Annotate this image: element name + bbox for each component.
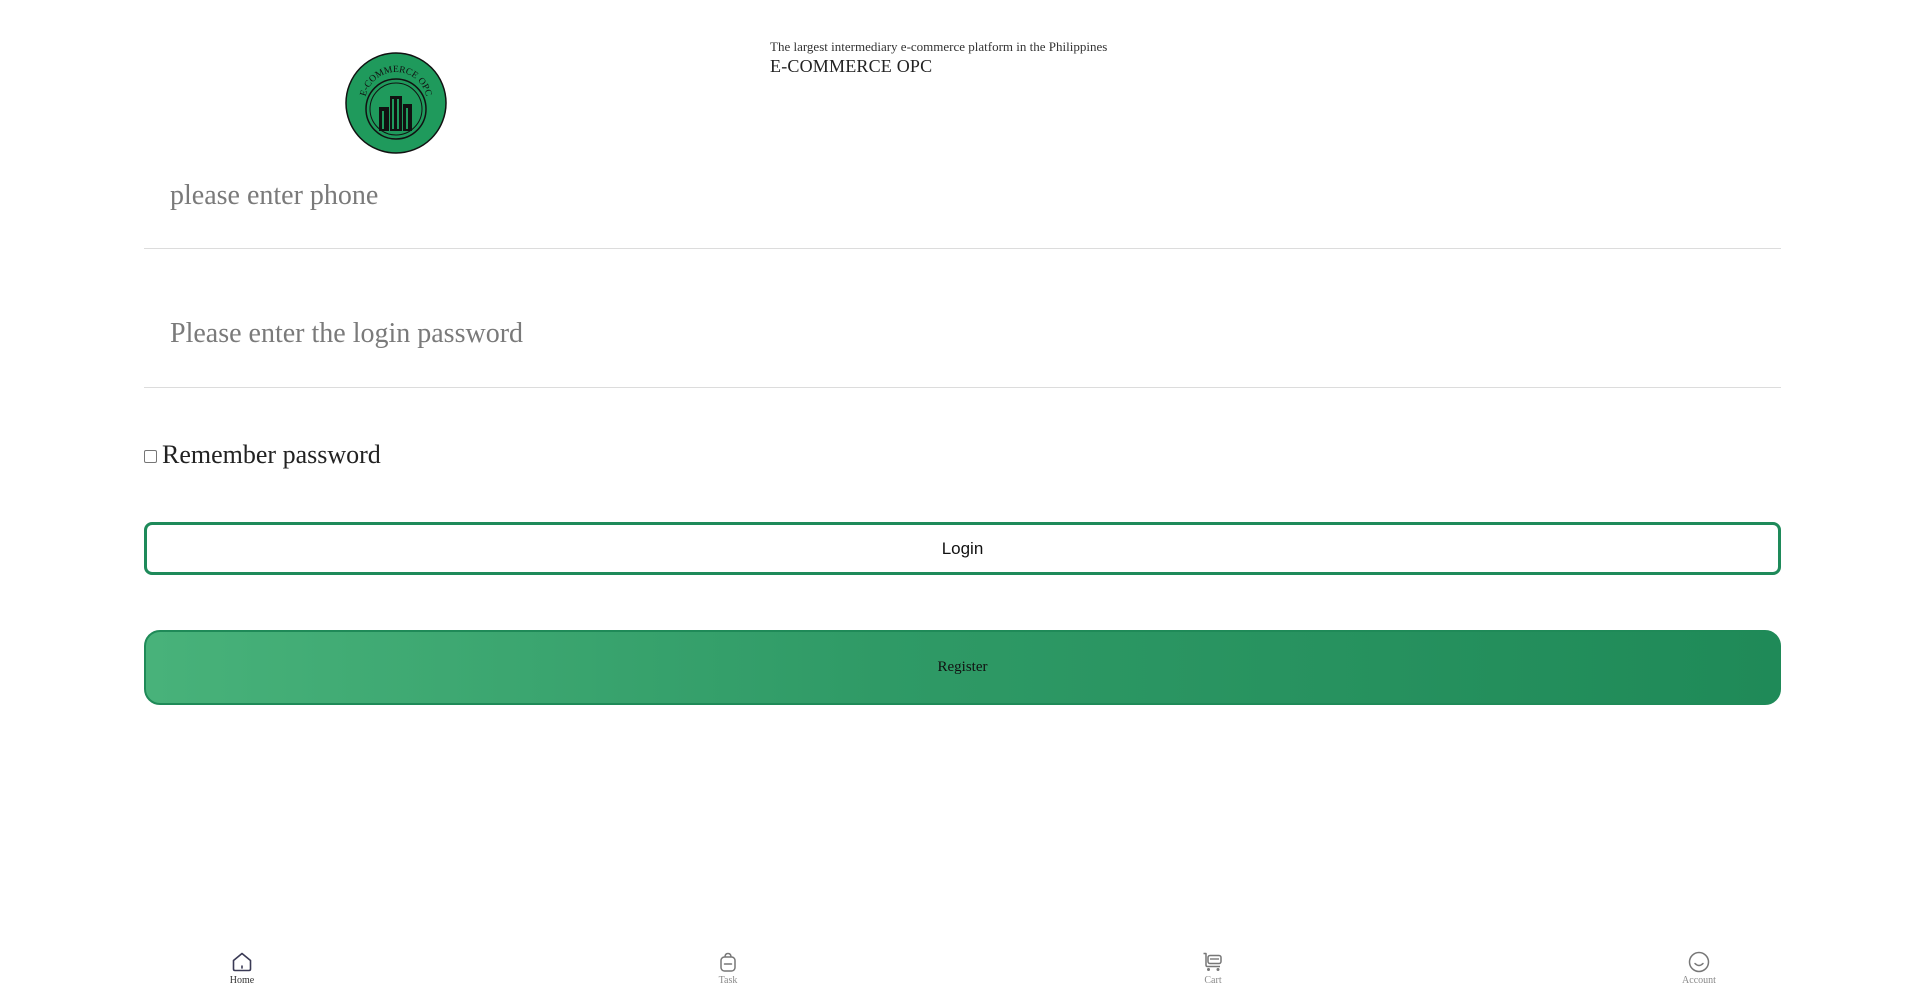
password-field-wrapper [144, 305, 1781, 388]
remember-password-checkbox[interactable] [144, 450, 157, 463]
bag-icon [720, 952, 736, 972]
tab-home[interactable]: Home [202, 950, 282, 987]
brand-logo: E-COMMERCE OPC [345, 52, 447, 154]
brand-name: E-COMMERCE OPC [770, 56, 933, 76]
bottom-tab-bar: Home Task Cart Account [0, 950, 1920, 993]
password-input[interactable] [170, 305, 1750, 363]
register-button[interactable]: Register [144, 630, 1781, 705]
smile-icon [1688, 951, 1710, 973]
tagline: The largest intermediary e-commerce plat… [770, 39, 1108, 54]
tab-task[interactable]: Task [688, 950, 768, 987]
tab-home-label: Home [229, 975, 255, 986]
tab-account-label: Account [1682, 975, 1716, 986]
phone-field-wrapper [144, 167, 1781, 249]
home-icon [232, 952, 252, 972]
tab-cart-label: Cart [1204, 975, 1222, 986]
remember-password-label[interactable]: Remember password [162, 440, 381, 470]
tab-account[interactable]: Account [1659, 950, 1739, 987]
phone-input[interactable] [170, 167, 1750, 225]
login-page: E-COMMERCE OPC The largest intermediary … [0, 0, 1920, 993]
tab-cart[interactable]: Cart [1173, 950, 1253, 987]
remember-password-row: Remember password [144, 440, 381, 470]
tab-task-label: Task [718, 975, 738, 986]
cart-icon [1203, 952, 1222, 971]
login-button[interactable]: Login [144, 522, 1781, 575]
